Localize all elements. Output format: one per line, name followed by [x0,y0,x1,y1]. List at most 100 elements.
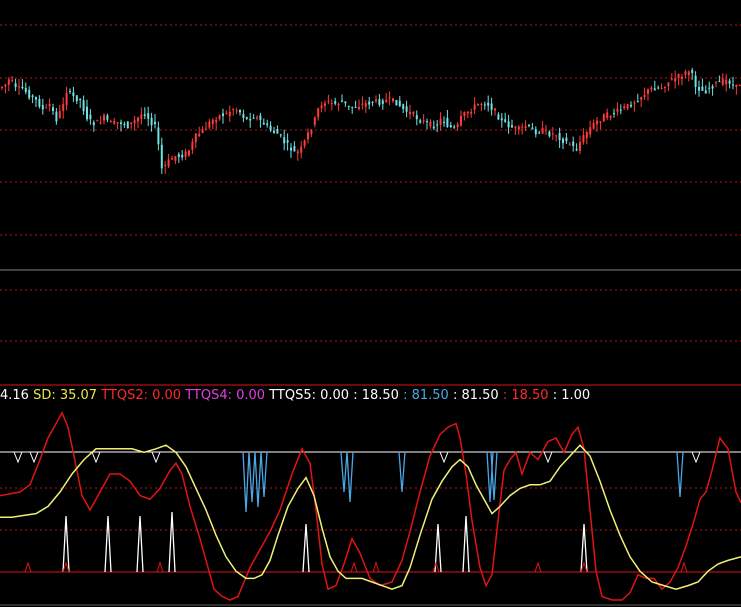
candle-body [691,69,694,73]
indicator-markers [13,451,701,573]
candle-body [711,86,714,89]
candle-body [235,110,238,112]
candle-body [337,104,340,106]
candle-body [524,126,527,129]
candle-body [371,101,374,103]
candle-body [701,86,704,91]
candle-body [657,87,660,89]
candle-body [643,94,646,98]
candle-body [592,122,595,129]
candle-body [419,120,422,123]
candle-body [143,114,146,116]
candle-body [290,147,292,151]
candle-body [126,121,129,129]
candle-body [415,115,418,120]
candle-body [211,119,214,125]
candle-body [259,115,262,120]
candle-body [735,84,738,88]
blue-spike [398,451,406,493]
v-marker [91,451,101,464]
candle-body [412,112,415,115]
legend-item-ttqs4: TTQS4: 0.00 [181,388,266,403]
blue-spike [260,451,268,498]
candle-body [48,104,51,107]
candle-body [300,146,303,153]
candle-body [96,120,99,122]
candle-body [279,134,282,136]
candle-body [494,108,496,111]
candle-body [205,128,207,130]
white-spike [136,515,144,573]
candle-body [619,109,622,111]
candle-body [327,101,330,103]
candle-body [463,112,466,116]
candle-body [215,120,218,123]
candle-body [86,106,88,120]
candle-body [191,141,194,150]
candle-body [568,144,571,146]
candle-body [684,71,687,75]
candle-body [310,129,313,135]
candle-body [602,114,605,122]
candle-body [687,71,690,76]
candle-body [613,113,615,115]
candle-body [82,100,85,112]
candle-body [245,117,248,119]
candle-body [466,111,469,114]
candle-body [24,87,27,93]
candle-body [286,140,289,143]
candle-body [647,89,649,94]
candle-body [358,107,360,109]
v-marker [29,451,39,464]
blue-spike [676,451,684,498]
v-marker [13,451,23,464]
candle-body [273,130,275,133]
white-spike [462,515,470,573]
candle-body [150,117,153,126]
candle-body [344,101,347,104]
candle-body [616,108,619,112]
candle-body [31,95,34,97]
candle-body [551,133,554,135]
candle-body [487,102,490,106]
triangle-marker [24,561,32,573]
candle-body [480,104,483,106]
candle-body [361,103,364,105]
triangle-marker [534,561,542,573]
candle-body [449,125,452,128]
candle-body [599,121,602,123]
candle-body [35,97,37,100]
candle-body [11,79,14,81]
candle-body [137,117,139,122]
legend-item-sd: SD: 35.07 [28,388,98,403]
legend-item-ttqs2: TTQS2: 0.00 [97,388,182,403]
triangle-marker [680,561,688,573]
candle-body [381,100,384,104]
candle-body [317,108,320,118]
candle-body [228,111,231,117]
candle-body [677,74,680,78]
triangle-marker [432,561,440,573]
candle-body [45,107,48,109]
candle-body [303,140,306,146]
candle-body [521,126,524,128]
legend-item-level-4: : 18.50 [498,388,549,403]
candle-body [269,125,272,131]
candle-body [276,129,279,134]
candle-body [103,115,105,121]
candle-body [109,120,112,123]
candle-body [116,122,119,124]
candle-body [432,126,435,129]
triangle-marker [350,561,358,573]
candle-body [490,103,493,110]
candle-body [160,144,163,169]
candle-body [528,124,530,126]
candle-body [378,99,381,105]
candle-body [324,103,326,106]
legend-item-level-3: : 81.50 [448,388,499,403]
candle-body [307,132,309,140]
candle-body [609,115,612,118]
candle-body [58,110,61,118]
candle-body [75,95,78,102]
candle-body [341,100,343,102]
